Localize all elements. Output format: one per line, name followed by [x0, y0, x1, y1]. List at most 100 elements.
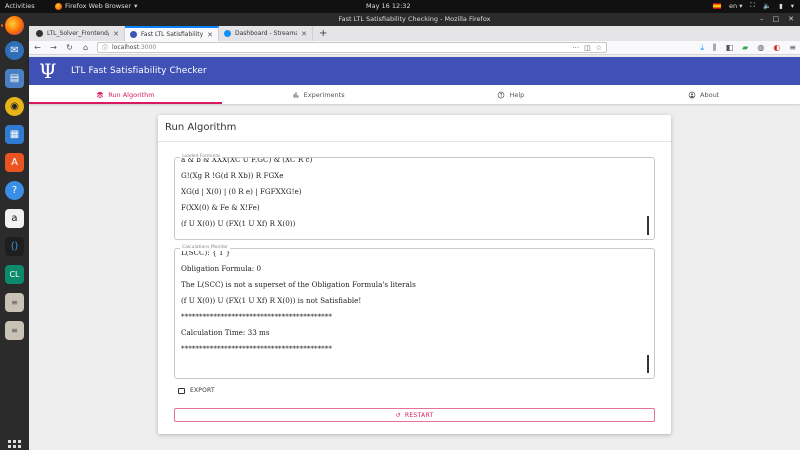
network-icon[interactable]: ⛶	[751, 1, 756, 10]
psi-logo-icon: Ψ	[39, 59, 57, 83]
export-icon	[178, 387, 185, 394]
browser-tab-active[interactable]: Fast LTL Satisfiability Chec ✕	[125, 26, 219, 41]
back-icon[interactable]: ←	[33, 43, 42, 52]
restart-button[interactable]: ↺ RESTART	[174, 408, 655, 422]
help-circle-icon	[498, 91, 505, 98]
system-tray: en ▾ ⛶ 🔈 ▮ ▾	[713, 1, 794, 10]
more-actions-icon[interactable]: ···	[572, 44, 579, 52]
document-icon[interactable]: ≡	[5, 293, 24, 312]
bookmark-star-icon[interactable]: ☆	[596, 44, 602, 52]
sidebar-icon[interactable]: ◧	[726, 43, 734, 53]
window-titlebar: Fast LTL Satisfiability Checking - Mozil…	[29, 13, 800, 26]
log-line: L(SCC): { 1 }	[181, 251, 231, 257]
language-label: en	[729, 1, 738, 10]
formula-line: a & b & XXX(XC U F.GC) & (XC R c)	[181, 158, 313, 164]
tab-help[interactable]: Help	[415, 85, 608, 104]
library-icon[interactable]: ⫼	[713, 43, 717, 53]
language-indicator[interactable]: en ▾	[729, 2, 742, 10]
calculations-monitor-box[interactable]: Calculations Monitor L(SCC): { 1 } Oblig…	[174, 245, 655, 379]
tab-label: Help	[509, 90, 525, 99]
tab-title: Fast LTL Satisfiability Chec	[141, 31, 204, 38]
document-icon-2[interactable]: ≡	[5, 321, 24, 340]
downloads-icon[interactable]: ⤓	[700, 43, 704, 53]
log-line: ****************************************…	[181, 312, 332, 321]
export-button[interactable]: EXPORT	[178, 387, 215, 394]
page-info-icon[interactable]: ⓘ	[102, 43, 108, 52]
forward-icon[interactable]: →	[49, 43, 58, 52]
clion-icon[interactable]: CL	[5, 265, 24, 284]
tab-about[interactable]: About	[607, 85, 800, 104]
firefox-icon[interactable]	[1, 16, 24, 35]
rhythmbox-icon[interactable]: ◉	[5, 97, 24, 116]
files-icon[interactable]: ▤	[5, 69, 24, 88]
close-tab-icon[interactable]: ✕	[113, 30, 119, 38]
pocket-icon[interactable]: ◫	[584, 44, 591, 52]
help-icon[interactable]: ?	[5, 181, 24, 200]
tab-title: Dashboard - Streamable	[235, 30, 297, 37]
reload-icon[interactable]: ↻	[65, 43, 74, 52]
firefox-icon	[55, 2, 62, 10]
writer-icon[interactable]: ▦	[5, 125, 24, 144]
window-title: Fast LTL Satisfiability Checking - Mozil…	[338, 15, 491, 23]
minimize-icon[interactable]: –	[760, 13, 764, 26]
divider	[158, 141, 671, 142]
amazon-icon[interactable]: a	[5, 209, 24, 228]
new-tab-icon[interactable]: +	[313, 28, 333, 39]
navigation-toolbar: ← → ↻ ⌂ ⓘ localhost:3000 ··· ◫ ☆ ⤓ ⫼ ◧ ▰…	[29, 41, 800, 55]
dock: ✉ ▤ ◉ ▦ A ? a ⟨⟩ CL ≡ ≡	[0, 13, 29, 450]
calculations-monitor-log: L(SCC): { 1 } Obligation Formula: 0 The …	[181, 251, 640, 376]
url-text: localhost:3000	[112, 44, 568, 51]
maximize-icon[interactable]: □	[773, 13, 780, 26]
calculations-monitor-scrollbar[interactable]	[647, 355, 649, 373]
tab-label: Run Algorithm	[108, 90, 155, 99]
battery-icon[interactable]: ▮	[779, 2, 783, 10]
loaded-formulas-scrollbar[interactable]	[647, 216, 649, 235]
log-line: Obligation Formula: 0	[181, 264, 262, 273]
thunderbird-icon[interactable]: ✉	[5, 41, 24, 60]
formula-line: (f U X(0)) U (FX(1 U Xf) R X(0))	[181, 219, 296, 228]
browser-tab[interactable]: LTL_Solver_Frontend/Ex ✕	[31, 26, 125, 41]
menu-icon[interactable]: ≡	[789, 43, 796, 53]
browser-tab[interactable]: Dashboard - Streamable ✕	[219, 26, 313, 41]
close-icon[interactable]: ✕	[788, 13, 794, 26]
card-title: Run Algorithm	[165, 122, 237, 133]
export-label: EXPORT	[190, 387, 215, 394]
tab-run-algorithm[interactable]: Run Algorithm	[29, 85, 222, 104]
close-tab-icon[interactable]: ✕	[207, 31, 213, 39]
log-line: (f U X(0)) U (FX(1 U Xf) R X(0)) is not …	[181, 296, 362, 305]
app-title: LTL Fast Satisfiability Checker	[71, 66, 207, 76]
app-menu[interactable]: Firefox Web Browser ▾	[55, 2, 137, 10]
tab-label: About	[700, 90, 720, 99]
extension-icon-3[interactable]: ◐	[773, 43, 780, 53]
bar-chart-icon	[293, 91, 298, 98]
home-icon[interactable]: ⌂	[81, 43, 90, 52]
firefox-window: Fast LTL Satisfiability Checking - Mozil…	[29, 13, 800, 450]
run-algorithm-card: Run Algorithm Loaded Formulas a & b & XX…	[158, 115, 671, 434]
log-line: The L(SCC) is not a superset of the Obli…	[181, 280, 416, 289]
chevron-down-icon: ▾	[134, 2, 138, 10]
system-menu-chevron-icon[interactable]: ▾	[791, 2, 794, 10]
account-circle-icon	[688, 91, 696, 98]
tab-experiments[interactable]: Experiments	[222, 85, 415, 104]
app-bar: Ψ LTL Fast Satisfiability Checker	[29, 57, 800, 85]
show-applications-icon[interactable]	[8, 440, 21, 450]
clock[interactable]: May 16 12:32	[366, 2, 411, 10]
extension-icon-2[interactable]: ◍	[757, 43, 764, 53]
keyboard-layout-flag-icon[interactable]	[713, 2, 722, 9]
tab-title: LTL_Solver_Frontend/Ex	[47, 30, 109, 37]
restart-label: RESTART	[404, 411, 434, 419]
software-icon[interactable]: A	[5, 153, 24, 172]
extension-icon[interactable]: ▰	[742, 43, 748, 53]
tab-strip: LTL_Solver_Frontend/Ex ✕ Fast LTL Satisf…	[29, 26, 800, 41]
volume-icon[interactable]: 🔈	[763, 2, 771, 10]
vscode-icon[interactable]: ⟨⟩	[5, 237, 24, 256]
restart-icon: ↺	[395, 411, 401, 419]
close-tab-icon[interactable]: ✕	[301, 30, 307, 38]
streamable-favicon-icon	[224, 30, 231, 37]
tab-label: Experiments	[303, 90, 345, 99]
loaded-formulas-box[interactable]: Loaded Formulas a & b & XXX(XC U F.GC) &…	[174, 154, 655, 240]
system-top-bar: Activities Firefox Web Browser ▾ May 16 …	[0, 0, 800, 13]
activities-button[interactable]: Activities	[5, 2, 35, 10]
url-bar[interactable]: ⓘ localhost:3000 ··· ◫ ☆	[97, 42, 607, 53]
loaded-formulas-list: a & b & XXX(XC U F.GC) & (XC R c) G!(Xg …	[181, 158, 640, 237]
